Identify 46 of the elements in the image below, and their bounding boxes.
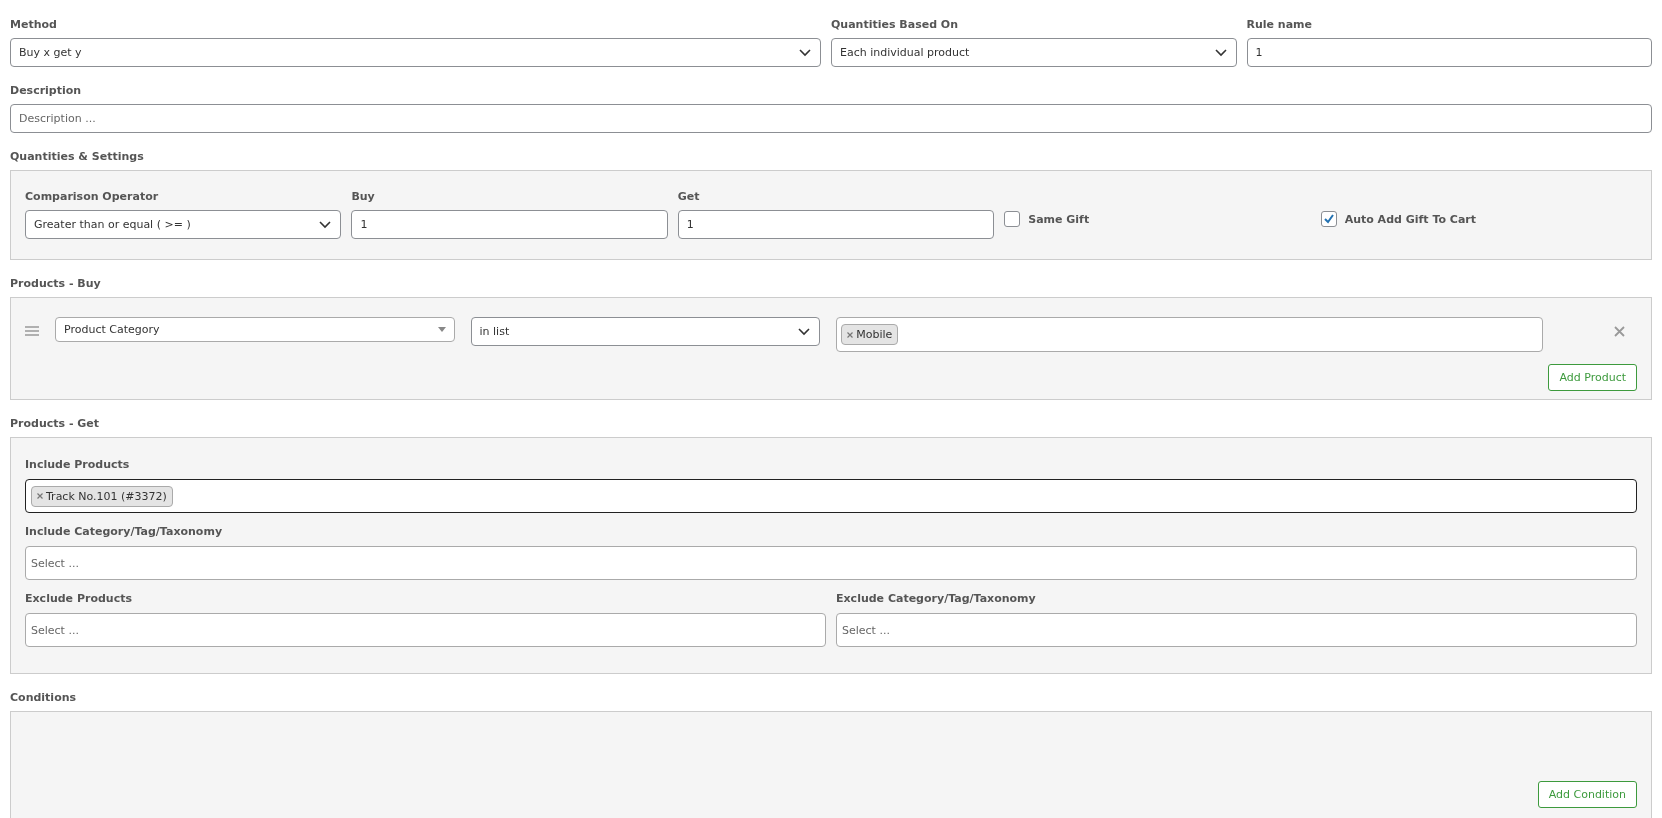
- section-title: Conditions: [10, 691, 78, 704]
- caret-icon: [437, 327, 446, 332]
- remove-icon: [847, 331, 854, 338]
- field-label: Get: [677, 190, 701, 203]
- field-label: Method: [10, 18, 58, 31]
- input-field[interactable]: 1: [677, 210, 995, 239]
- checkbox[interactable]: [1320, 211, 1337, 227]
- section-title: Products - Get: [10, 417, 101, 430]
- dropdown[interactable]: Product Category: [55, 317, 455, 342]
- section-title: Quantities & Settings: [10, 150, 145, 163]
- input-field[interactable]: Description ...: [10, 104, 1652, 133]
- chevron-down-icon: [797, 326, 812, 337]
- field-label: Description: [10, 84, 83, 97]
- field-label: Buy: [351, 190, 376, 203]
- field-label: Include Category/Tag/Taxonomy: [25, 525, 224, 538]
- tag-input-field[interactable]: Select ...: [25, 613, 826, 647]
- field-label: Exclude Category/Tag/Taxonomy: [836, 592, 1037, 605]
- field-label: Include Products: [25, 458, 131, 471]
- field-label: Exclude Products: [25, 592, 133, 605]
- tag-input-field[interactable]: Select ...: [25, 546, 1637, 580]
- remove-icon: [37, 493, 43, 499]
- tag-input-field[interactable]: Mobile: [836, 317, 1543, 352]
- checkbox[interactable]: [1004, 211, 1021, 227]
- checkbox-option[interactable]: Auto Add Gift To Cart: [1320, 211, 1638, 227]
- close-icon[interactable]: [1614, 326, 1625, 337]
- dropdown[interactable]: Buy x get y: [10, 38, 821, 67]
- input-field[interactable]: 1: [351, 210, 668, 239]
- add-product-button[interactable]: Add Product: [1548, 364, 1637, 391]
- dropdown[interactable]: in list: [470, 317, 821, 346]
- dropdown[interactable]: Each individual product: [831, 38, 1237, 67]
- input-field[interactable]: 1: [1246, 38, 1652, 67]
- tag[interactable]: Mobile: [841, 324, 899, 345]
- tag-input-field[interactable]: Select ...: [836, 613, 1637, 647]
- field-label: Quantities Based On: [831, 18, 960, 31]
- field-label: Rule name: [1246, 18, 1314, 31]
- dropdown[interactable]: Greater than or equal ( >= ): [25, 210, 342, 239]
- checkbox-option[interactable]: Same Gift: [1004, 211, 1321, 227]
- field-label: Comparison Operator: [25, 190, 160, 203]
- drag-handle-icon: [25, 326, 39, 336]
- chevron-down-icon: [318, 219, 333, 230]
- section-title: Products - Buy: [10, 277, 102, 290]
- chevron-down-icon: [798, 47, 812, 58]
- tag[interactable]: Track No.101 (#3372): [31, 485, 173, 507]
- chevron-down-icon: [1213, 47, 1228, 58]
- add-condition-button[interactable]: Add Condition: [1537, 781, 1637, 808]
- tag-input-field[interactable]: Track No.101 (#3372): [25, 479, 1637, 513]
